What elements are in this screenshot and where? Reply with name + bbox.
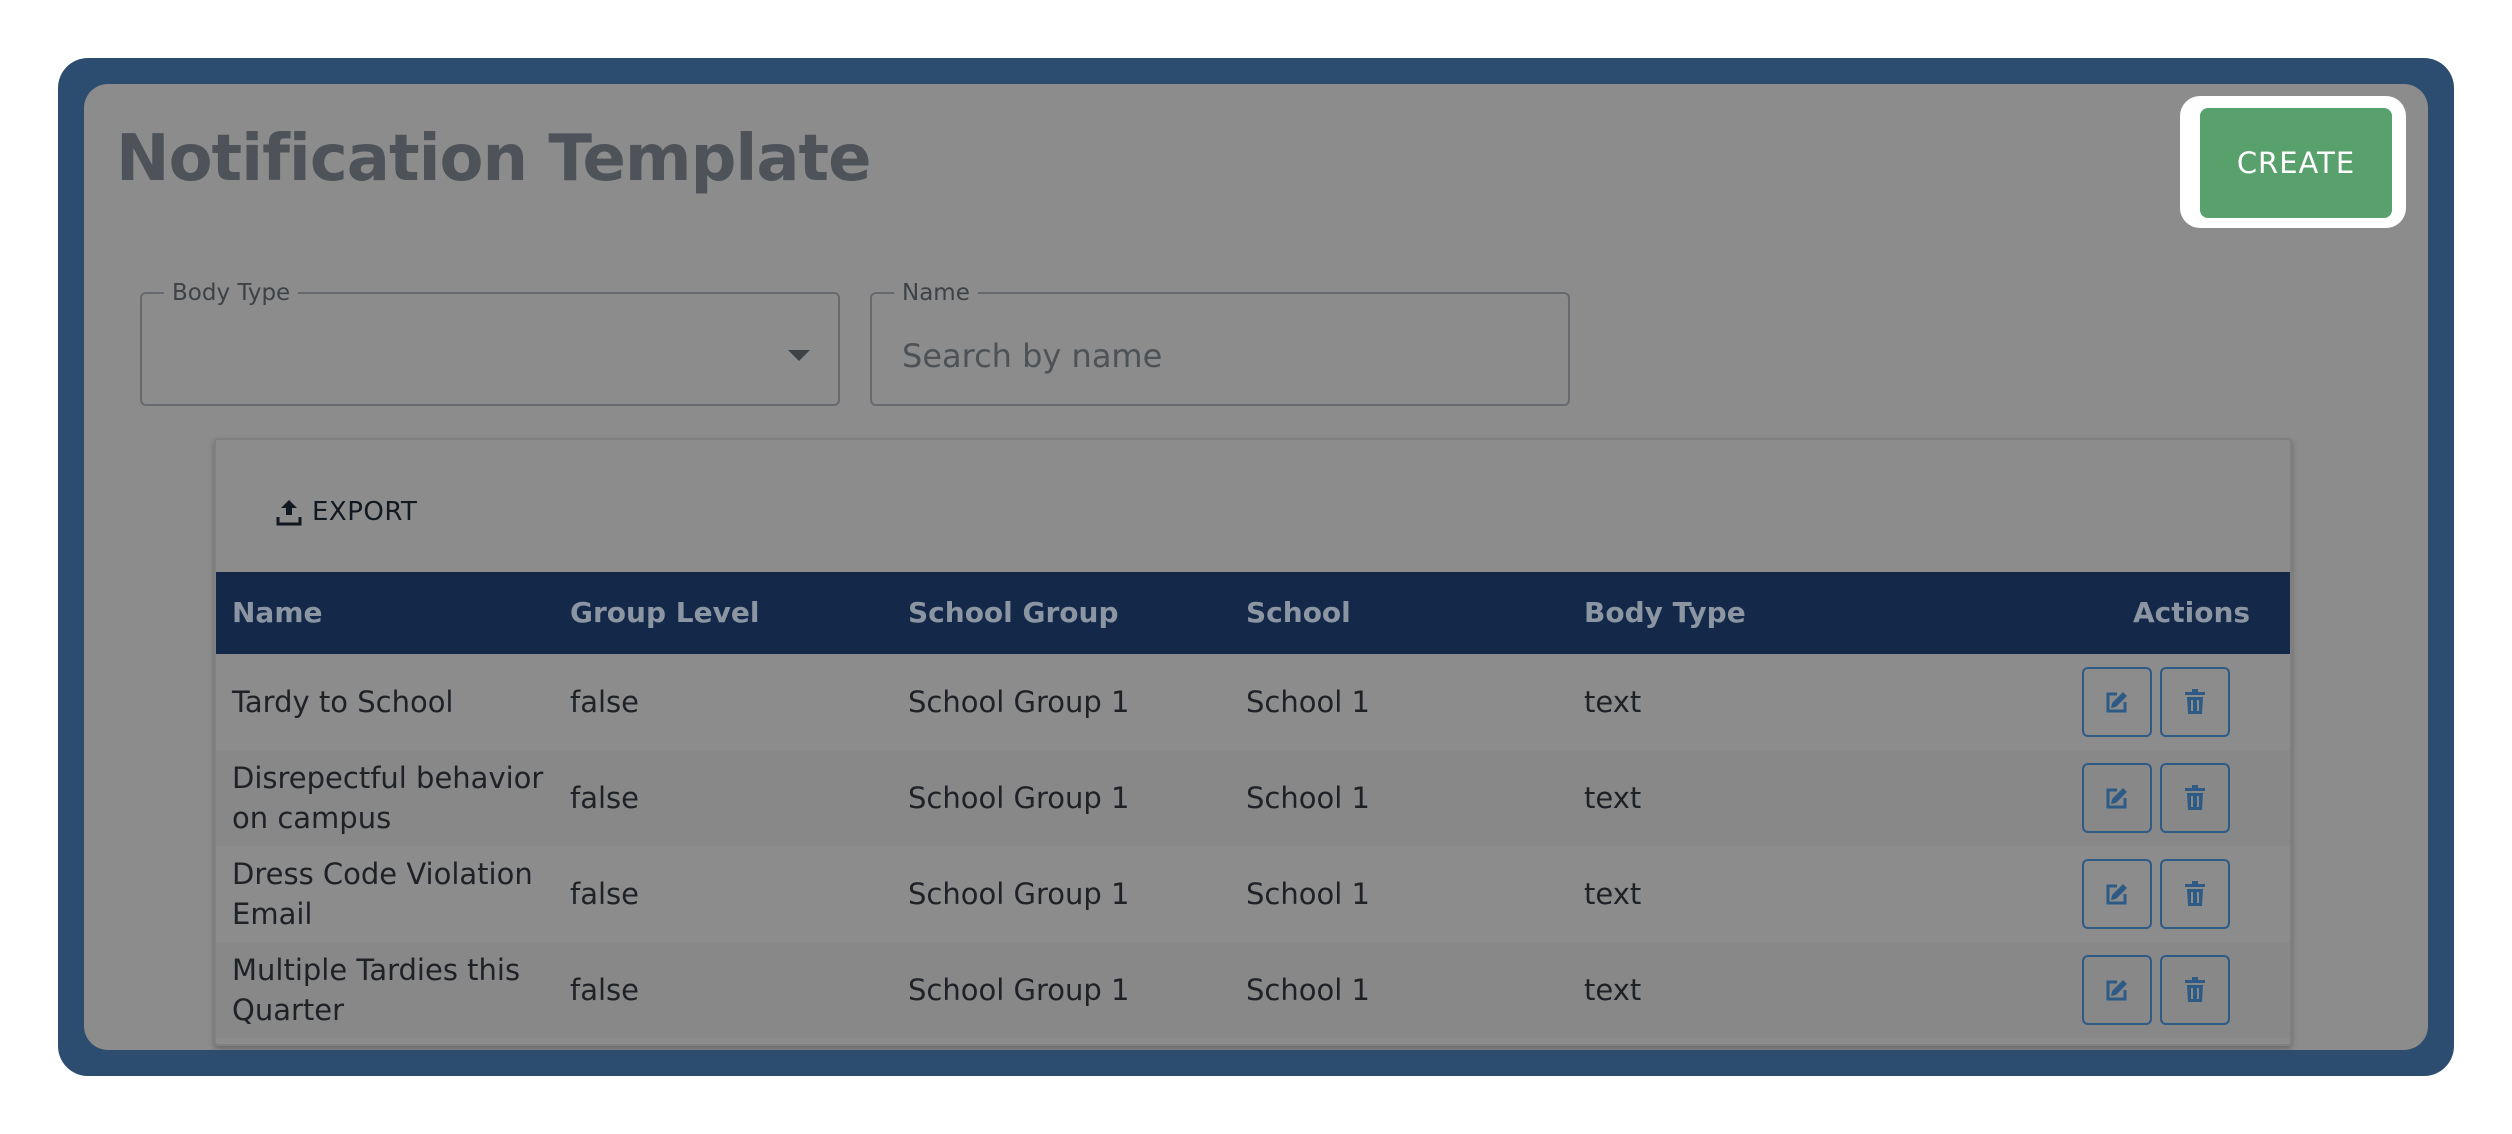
- cell-name: Multiple Tardies this Quarter: [232, 953, 521, 1027]
- body-type-select[interactable]: Body Type: [140, 280, 840, 406]
- cell-group-level: false: [570, 877, 639, 911]
- cell-group-level: false: [570, 781, 639, 815]
- export-label: EXPORT: [312, 497, 418, 527]
- cell-school-group: School Group 1: [908, 685, 1130, 719]
- column-header-school-group[interactable]: School Group: [908, 572, 1119, 654]
- trash-icon: [2183, 976, 2207, 1004]
- table-row: Dress Code Violation Email false School …: [216, 846, 2290, 942]
- main-panel: Notification Template CREATE Body Type N…: [84, 84, 2428, 1050]
- edit-button[interactable]: [2082, 763, 2152, 833]
- row-actions: [2082, 667, 2230, 737]
- cell-body-type: text: [1584, 781, 1642, 815]
- column-header-group-level[interactable]: Group Level: [570, 572, 759, 654]
- trash-icon: [2183, 784, 2207, 812]
- edit-icon: [2103, 784, 2131, 812]
- row-actions: [2082, 859, 2230, 929]
- cell-body-type: text: [1584, 973, 1642, 1007]
- cell-group-level: false: [570, 973, 639, 1007]
- templates-table-card: EXPORT Name Group Level School Group Sch…: [214, 438, 2292, 1046]
- edit-icon: [2103, 688, 2131, 716]
- name-filter-field: Name: [870, 280, 1570, 406]
- column-header-actions: Actions: [2133, 596, 2251, 629]
- cell-school-group: School Group 1: [908, 877, 1130, 911]
- delete-button[interactable]: [2160, 763, 2230, 833]
- table-header: Name Group Level School Group School Bod…: [216, 572, 2290, 654]
- create-button[interactable]: CREATE: [2200, 108, 2392, 218]
- create-button-highlight: CREATE: [2180, 96, 2406, 228]
- cell-school: School 1: [1246, 877, 1370, 911]
- caret-down-icon[interactable]: [788, 350, 810, 361]
- cell-school: School 1: [1246, 781, 1370, 815]
- column-header-body-type[interactable]: Body Type: [1584, 572, 1746, 654]
- table-row: Disrepectful behavior on campus false Sc…: [216, 750, 2290, 846]
- edit-button[interactable]: [2082, 955, 2152, 1025]
- table-row: Multiple Tardies this Quarter false Scho…: [216, 942, 2290, 1038]
- trash-icon: [2183, 880, 2207, 908]
- cell-school: School 1: [1246, 685, 1370, 719]
- cell-body-type: text: [1584, 685, 1642, 719]
- export-icon: [276, 498, 302, 526]
- name-filter-label: Name: [902, 280, 970, 306]
- delete-button[interactable]: [2160, 859, 2230, 929]
- column-header-school[interactable]: School: [1246, 572, 1351, 654]
- trash-icon: [2183, 688, 2207, 716]
- cell-name: Dress Code Violation Email: [232, 857, 533, 931]
- cell-body-type: text: [1584, 877, 1642, 911]
- row-actions: [2082, 955, 2230, 1025]
- name-search-input[interactable]: [902, 332, 1522, 380]
- cell-school: School 1: [1246, 973, 1370, 1007]
- cell-school-group: School Group 1: [908, 781, 1130, 815]
- edit-icon: [2103, 976, 2131, 1004]
- edit-button[interactable]: [2082, 667, 2152, 737]
- cell-name: Disrepectful behavior on campus: [232, 761, 544, 835]
- delete-button[interactable]: [2160, 955, 2230, 1025]
- edit-icon: [2103, 880, 2131, 908]
- page-title: Notification Template: [116, 122, 871, 196]
- row-actions: [2082, 763, 2230, 833]
- delete-button[interactable]: [2160, 667, 2230, 737]
- cell-school-group: School Group 1: [908, 973, 1130, 1007]
- export-button[interactable]: EXPORT: [276, 492, 417, 532]
- edit-button[interactable]: [2082, 859, 2152, 929]
- cell-name: Tardy to School: [232, 685, 454, 719]
- table-row: Tardy to School false School Group 1 Sch…: [216, 654, 2290, 750]
- body-type-label: Body Type: [172, 280, 291, 306]
- column-header-name[interactable]: Name: [232, 572, 323, 654]
- cell-group-level: false: [570, 685, 639, 719]
